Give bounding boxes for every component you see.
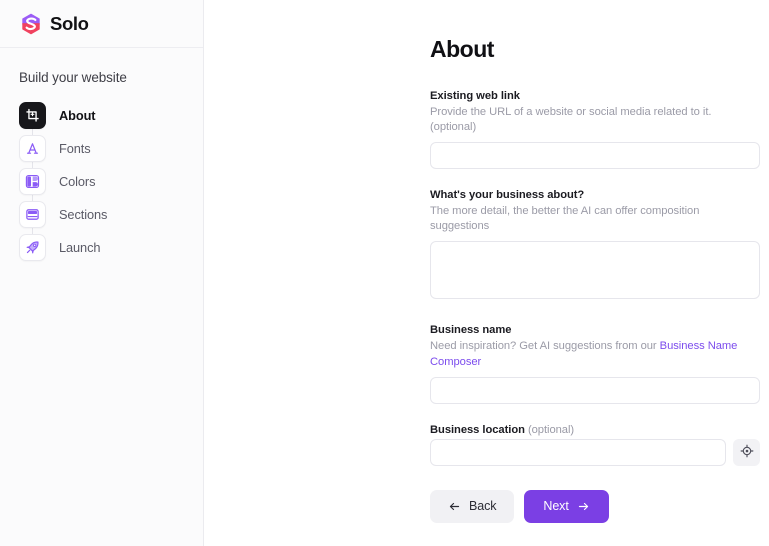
arrow-left-icon (448, 500, 461, 513)
solo-hexagon-logo (19, 12, 43, 36)
next-button[interactable]: Next (524, 490, 608, 523)
web-link-input[interactable] (430, 142, 760, 169)
sidebar-item-colors[interactable]: Colors (19, 165, 203, 198)
main-content: About Existing web link Provide the URL … (204, 0, 769, 546)
about-form: About Existing web link Provide the URL … (430, 36, 760, 523)
crop-frame-icon (19, 102, 46, 129)
field-label: What's your business about? (430, 189, 760, 201)
field-help-text: Provide the URL of a website or social m… (430, 105, 760, 135)
next-button-label: Next (543, 499, 568, 513)
field-help-text: The more detail, the better the AI can o… (430, 204, 760, 234)
sidebar-item-sections[interactable]: Sections (19, 198, 203, 231)
sidebar-item-label: Launch (59, 240, 100, 255)
form-actions: Back Next (430, 490, 760, 523)
layout-window-icon (19, 201, 46, 228)
brand-header: Solo (0, 0, 203, 48)
brand-name: Solo (50, 13, 88, 35)
arrow-right-icon (577, 500, 590, 513)
sidebar-title: Build your website (0, 48, 203, 85)
use-current-location-button[interactable] (733, 439, 760, 466)
back-button-label: Back (469, 499, 496, 513)
field-label-optional: (optional) (528, 424, 574, 436)
letter-a-icon (19, 135, 46, 162)
field-business-location: Business location (optional) (430, 424, 760, 466)
sidebar-item-launch[interactable]: Launch (19, 231, 203, 264)
app-root: Solo Build your website About (0, 0, 769, 546)
field-label: Business name (430, 324, 760, 336)
back-button[interactable]: Back (430, 490, 514, 523)
business-about-textarea[interactable] (430, 241, 760, 299)
field-business-about: What's your business about? The more det… (430, 189, 760, 304)
crosshair-locate-icon (740, 444, 754, 461)
sidebar-nav: About Fonts (0, 99, 203, 264)
help-prefix-text: Need inspiration? Get AI suggestions fro… (430, 340, 660, 352)
rocket-icon (19, 234, 46, 261)
sidebar-item-about[interactable]: About (19, 99, 203, 132)
color-palette-icon (19, 168, 46, 195)
business-name-input[interactable] (430, 377, 760, 404)
field-business-name: Business name Need inspiration? Get AI s… (430, 324, 760, 403)
sidebar-item-fonts[interactable]: Fonts (19, 132, 203, 165)
field-label: Business location (optional) (430, 424, 760, 436)
field-help-text: Need inspiration? Get AI suggestions fro… (430, 339, 760, 369)
field-label-text: Business location (430, 424, 525, 436)
sidebar-item-label: About (59, 108, 95, 123)
field-web-link: Existing web link Provide the URL of a w… (430, 90, 760, 169)
business-location-input[interactable] (430, 439, 726, 466)
sidebar-item-label: Colors (59, 174, 95, 189)
page-title: About (430, 36, 760, 63)
sidebar-item-label: Sections (59, 207, 107, 222)
sidebar-item-label: Fonts (59, 141, 91, 156)
location-input-row (430, 439, 760, 466)
sidebar: Solo Build your website About (0, 0, 204, 546)
field-label: Existing web link (430, 90, 760, 102)
